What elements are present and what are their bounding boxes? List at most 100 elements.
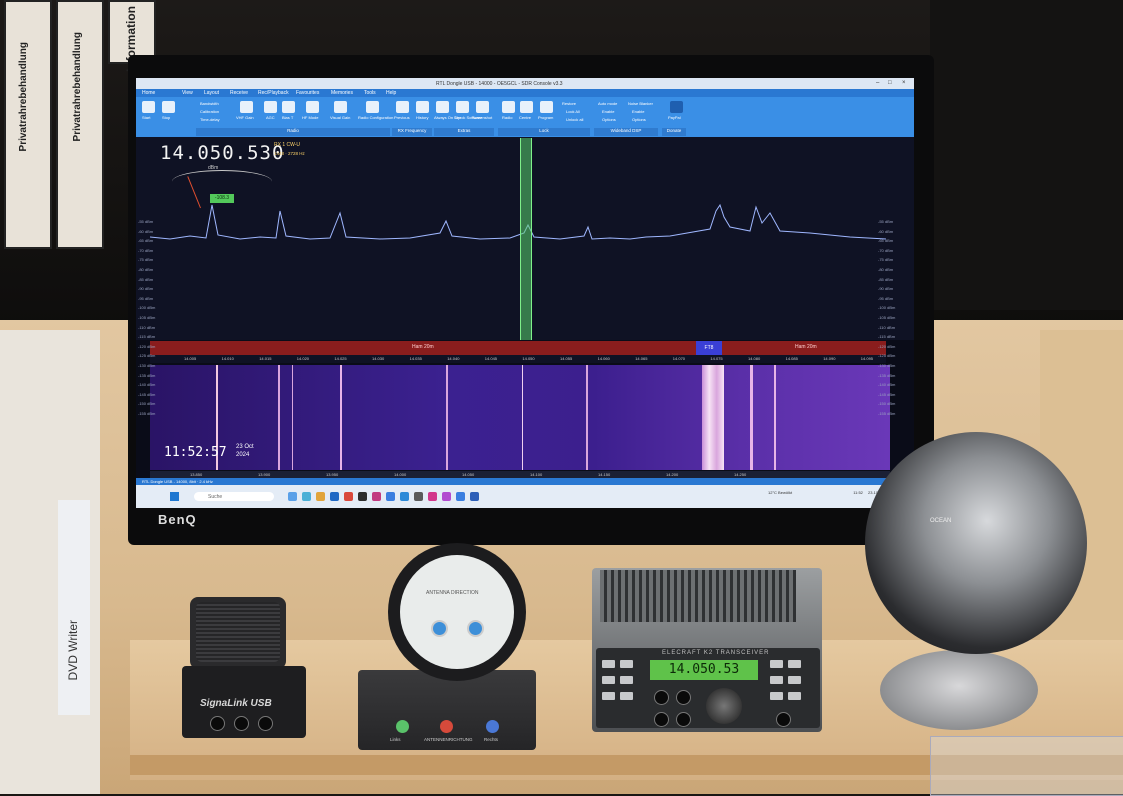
lower-frequency-tick: 14.050 — [462, 472, 475, 477]
noise-blanker-label: Noise Blanker — [628, 101, 653, 106]
agc-button[interactable] — [264, 101, 277, 113]
frequency-tick: 14.045 — [484, 356, 498, 361]
wall-right — [930, 0, 1123, 310]
globe-stand — [880, 650, 1038, 730]
waterfall-signal — [278, 365, 280, 470]
lock-program-button[interactable] — [540, 101, 553, 113]
y-axis-label-left: -105 dBm — [138, 315, 156, 320]
menu-view[interactable]: View — [182, 90, 193, 96]
check-software-button[interactable] — [456, 101, 469, 113]
y-axis-label-left: -85 dBm — [138, 276, 154, 282]
weather-widget[interactable]: 12°C Bewölkt — [768, 490, 792, 495]
visual-gain-button[interactable] — [334, 101, 347, 113]
y-axis-label-right: -130 dBm — [878, 363, 896, 368]
hf-mode-button[interactable] — [306, 101, 319, 113]
vhf-gain-button[interactable] — [240, 101, 253, 113]
tray-time[interactable]: 11:52 — [853, 490, 863, 495]
frequency-tick: 14.095 — [860, 356, 874, 361]
menu-memories[interactable]: Memories — [331, 90, 353, 96]
menu-layout[interactable]: Layout — [204, 90, 219, 96]
minimize-button[interactable]: – — [876, 80, 879, 86]
taskbar-app-icon[interactable] — [414, 492, 423, 501]
s-meter-arc — [172, 170, 272, 193]
taskbar-app-icon[interactable] — [344, 492, 353, 501]
taskbar-app-icon[interactable] — [456, 492, 465, 501]
y-axis-label-left: -100 dBm — [138, 305, 156, 311]
menu-home[interactable]: Home — [142, 90, 155, 96]
signalink-knob — [234, 716, 249, 731]
maximize-button[interactable]: □ — [888, 80, 892, 86]
radio-configuration-button[interactable] — [366, 101, 379, 113]
menu-receive[interactable]: Receive — [230, 90, 248, 96]
always-on-top-button[interactable] — [436, 101, 449, 113]
taskbar-app-icon[interactable] — [372, 492, 381, 501]
rotor-left-button — [431, 620, 448, 637]
noise-blanker-enable-checkbox[interactable]: Enable — [632, 109, 644, 114]
waterfall-display[interactable] — [150, 365, 890, 470]
transceiver-key — [788, 660, 801, 668]
y-axis-label-right: -105 dBm — [878, 315, 896, 320]
binder-2-label: Privatrahrebehandlung — [72, 32, 83, 142]
system-tray: 12°C Bewölkt 11:52 23.10.2024 — [768, 490, 888, 495]
band-label-right: Ham 20m — [795, 344, 817, 350]
frequency-readout[interactable]: 14.050.530 — [160, 142, 284, 164]
taskbar-app-icon[interactable] — [428, 492, 437, 501]
bandwidth-button[interactable]: Bandwidth — [200, 101, 219, 106]
paypal-icon[interactable] — [670, 101, 683, 113]
y-axis-label-left: -80 dBm — [138, 267, 154, 272]
band-plan-bar — [150, 341, 886, 355]
receive-filter-marker[interactable] — [520, 138, 532, 340]
restore-button[interactable]: Restore — [562, 101, 576, 106]
time-delay-button[interactable]: Time-delay — [200, 117, 220, 122]
rx-filter-info: 1448 · 2728 Hz — [274, 151, 305, 156]
auto-mode-options-checkbox[interactable]: Options — [602, 117, 616, 122]
auto-mode-enable-checkbox[interactable]: Enable — [602, 109, 614, 114]
taskbar-app-icon[interactable] — [330, 492, 339, 501]
calibration-button[interactable]: Calibration — [200, 109, 219, 114]
taskbar-app-icon[interactable] — [358, 492, 367, 501]
taskbar-app-icon[interactable] — [470, 492, 479, 501]
windows-start-icon[interactable] — [170, 492, 179, 501]
dvd-writer-label: DVD Writer — [66, 620, 80, 681]
taskbar-search-input[interactable]: Suche — [194, 492, 274, 501]
noise-blanker-options-checkbox[interactable]: Options — [632, 117, 646, 122]
frequency-tick: 14.040 — [447, 356, 460, 361]
close-button[interactable]: × — [902, 80, 906, 86]
menu-favourites[interactable]: Favourites — [296, 90, 319, 96]
stop-button[interactable] — [162, 101, 175, 113]
ft8-segment[interactable]: FT8 — [696, 341, 722, 355]
vfo-knob — [706, 688, 742, 724]
frequency-tick: 14.020 — [296, 356, 310, 361]
menu-help[interactable]: Help — [386, 90, 396, 96]
glass-box — [930, 736, 1123, 796]
menu-rec-playback[interactable]: Rec/Playback — [258, 90, 289, 96]
unlock-all-button[interactable]: Unlock all — [566, 117, 583, 122]
screenshot-label: Screenshot — [472, 115, 493, 120]
transceiver-key — [770, 676, 783, 684]
menu-tools[interactable]: Tools — [364, 90, 376, 96]
start-button[interactable] — [142, 101, 155, 113]
taskbar-app-icon[interactable] — [386, 492, 395, 501]
taskbar-app-icon[interactable] — [302, 492, 311, 501]
screenshot-button[interactable] — [476, 101, 489, 113]
y-axis-label-right: -145 dBm — [878, 391, 896, 397]
rx-mode[interactable]: CW-U — [287, 142, 301, 148]
bias-t-button[interactable] — [282, 101, 295, 113]
taskbar-app-icon[interactable] — [400, 492, 409, 501]
y-axis-label-right: -65 dBm — [878, 238, 894, 244]
lock-centre-button[interactable] — [520, 101, 533, 113]
ribbon-toolbar: Start Stop Bandwidth Calibration Time-de… — [136, 97, 914, 137]
clock-time: 11:52:57 — [164, 445, 227, 460]
taskbar-app-icon[interactable] — [442, 492, 451, 501]
previous-button[interactable] — [396, 101, 409, 113]
lock-radio-button[interactable] — [502, 101, 515, 113]
taskbar-app-icon[interactable] — [316, 492, 325, 501]
lock-all-button[interactable]: Lock All — [566, 109, 580, 114]
lower-frequency-tick: 13.900 — [258, 472, 271, 477]
bias-t-label: Bias T — [282, 115, 294, 120]
history-button[interactable] — [416, 101, 429, 113]
taskbar-app-icon[interactable] — [288, 492, 297, 501]
radio-configuration-label: Radio Configuration — [358, 115, 394, 120]
lower-frequency-scale: 13.850 13.900 13.950 14.000 14.050 14.100 14.1… — [150, 471, 890, 478]
clock-year: 2024 — [236, 452, 250, 458]
